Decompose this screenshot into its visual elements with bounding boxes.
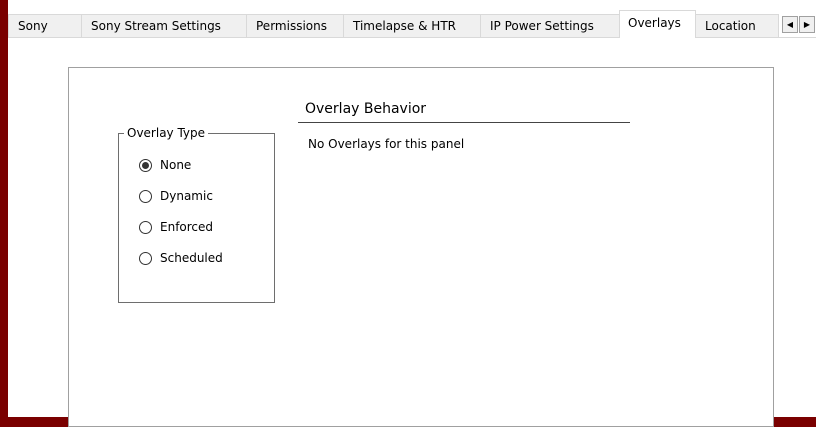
- radio-label: Enforced: [160, 220, 214, 234]
- triangle-left-icon: ◀: [786, 20, 794, 29]
- tab-permissions[interactable]: Permissions: [246, 14, 344, 37]
- tab-scroll-right-button[interactable]: ▶: [799, 16, 815, 33]
- tab-location[interactable]: Location: [695, 14, 779, 37]
- radio-option-dynamic[interactable]: Dynamic: [139, 187, 213, 205]
- overlays-panel: Overlay Type None Dynamic Enforced Sched…: [68, 67, 774, 427]
- radio-button-icon[interactable]: [139, 251, 152, 265]
- tab-label: Permissions: [256, 19, 327, 33]
- tab-label: Sony: [18, 19, 48, 33]
- radio-label: Scheduled: [160, 251, 223, 265]
- tab-scroll-buttons: ◀ ▶: [782, 16, 816, 33]
- tab-label: Sony Stream Settings: [91, 19, 221, 33]
- tab-scroll-left-button[interactable]: ◀: [782, 16, 798, 33]
- tab-label: Location: [705, 19, 756, 33]
- window-client-area: Sony Sony Stream Settings Permissions Ti…: [8, 0, 816, 427]
- radio-option-scheduled[interactable]: Scheduled: [139, 249, 223, 267]
- tab-sony[interactable]: Sony: [8, 14, 82, 37]
- overlay-behavior-message: No Overlays for this panel: [308, 137, 465, 151]
- radio-option-enforced[interactable]: Enforced: [139, 218, 213, 236]
- radio-label: Dynamic: [160, 189, 213, 203]
- triangle-right-icon: ▶: [803, 20, 811, 29]
- tab-timelapse-htr[interactable]: Timelapse & HTR: [343, 14, 481, 37]
- tab-label: Timelapse & HTR: [353, 19, 456, 33]
- window-frame: Sony Sony Stream Settings Permissions Ti…: [8, 0, 816, 427]
- tab-sony-stream-settings[interactable]: Sony Stream Settings: [81, 14, 247, 37]
- overlay-type-group: Overlay Type None Dynamic Enforced Sched…: [118, 126, 275, 303]
- radio-button-icon[interactable]: [139, 220, 152, 234]
- overlay-behavior-divider: [298, 122, 630, 123]
- radio-button-icon[interactable]: [139, 189, 152, 203]
- tab-overlays[interactable]: Overlays: [619, 10, 696, 38]
- tab-ip-power-settings[interactable]: IP Power Settings: [480, 14, 621, 37]
- tab-label: IP Power Settings: [490, 19, 594, 33]
- radio-label: None: [160, 158, 192, 172]
- radio-option-none[interactable]: None: [139, 156, 191, 174]
- overlay-type-legend: Overlay Type: [124, 126, 209, 140]
- tab-label: Overlays: [628, 16, 681, 30]
- overlay-behavior-title: Overlay Behavior: [305, 101, 427, 117]
- radio-button-icon[interactable]: [139, 158, 152, 172]
